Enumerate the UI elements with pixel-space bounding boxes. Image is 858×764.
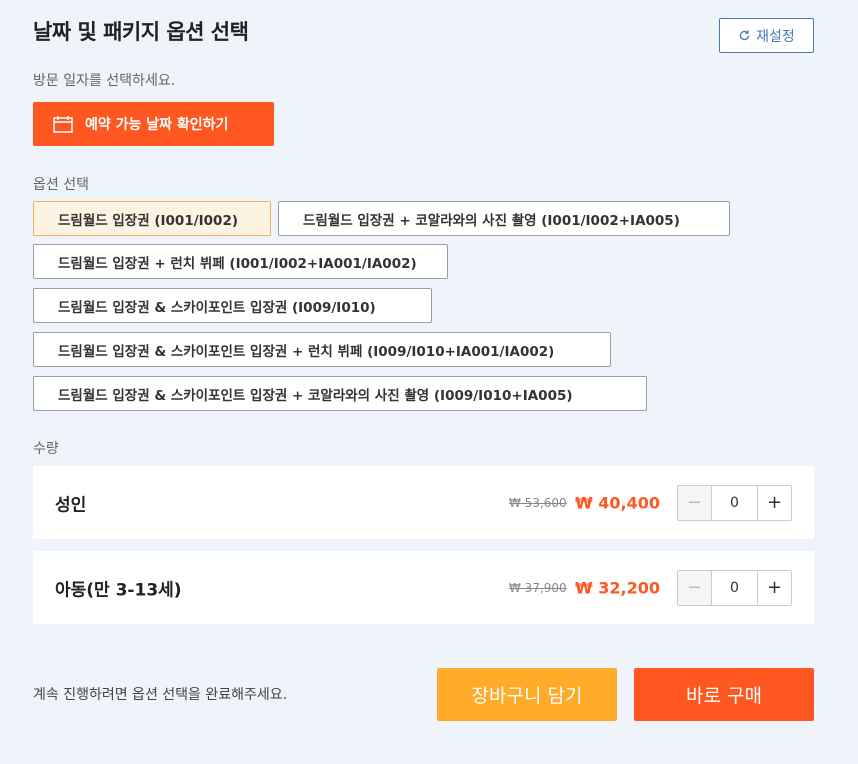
option-button[interactable]: 드림월드 입장권 & 스카이포인트 입장권 + 코알라와의 사진 촬영 (I00… xyxy=(33,376,647,411)
increase-button[interactable]: + xyxy=(757,485,791,520)
refresh-icon xyxy=(739,30,750,41)
option-button[interactable]: 드림월드 입장권 + 코알라와의 사진 촬영 (I001/I002+IA005) xyxy=(278,201,730,236)
quantity-value[interactable]: 0 xyxy=(712,486,757,520)
reset-button[interactable]: 재설정 xyxy=(719,18,814,53)
footer-message: 계속 진행하려면 옵션 선택을 완료해주세요. xyxy=(33,687,288,703)
buy-now-button[interactable]: 바로 구매 xyxy=(634,668,814,721)
decrease-button[interactable]: − xyxy=(678,485,712,520)
quantity-value[interactable]: 0 xyxy=(712,571,757,605)
date-section-label: 방문 일자를 선택하세요. xyxy=(33,73,176,89)
quantity-stepper: − 0 + xyxy=(677,569,792,606)
increase-button[interactable]: + xyxy=(757,570,791,605)
sale-price: ₩ 32,200 xyxy=(575,578,660,597)
ticket-type-name: 아동(만 3-13세) xyxy=(55,580,182,600)
quantity-card-child: 아동(만 3-13세) ₩ 37,900 ₩ 32,200 − 0 + xyxy=(33,551,814,624)
quantity-card-adult: 성인 ₩ 53,600 ₩ 40,400 − 0 + xyxy=(33,466,814,539)
page-title: 날짜 및 패키지 옵션 선택 xyxy=(33,20,249,44)
option-button[interactable]: 드림월드 입장권 & 스카이포인트 입장권 (I009/I010) xyxy=(33,288,432,323)
original-price: ₩ 53,600 xyxy=(509,495,567,510)
calendar-icon xyxy=(53,116,73,133)
check-available-dates-button[interactable]: 예약 가능 날짜 확인하기 xyxy=(33,102,274,146)
add-to-cart-button[interactable]: 장바구니 담기 xyxy=(437,668,617,721)
quantity-section-label: 수량 xyxy=(33,441,59,457)
ticket-type-name: 성인 xyxy=(55,495,87,515)
option-button[interactable]: 드림월드 입장권 + 런치 뷔페 (I001/I002+IA001/IA002) xyxy=(33,244,448,279)
reset-label: 재설정 xyxy=(756,28,795,45)
decrease-button[interactable]: − xyxy=(678,570,712,605)
options-section-label: 옵션 선택 xyxy=(33,177,89,193)
original-price: ₩ 37,900 xyxy=(509,580,567,595)
quantity-stepper: − 0 + xyxy=(677,484,792,521)
option-button[interactable]: 드림월드 입장권 (I001/I002) xyxy=(33,201,271,236)
check-dates-label: 예약 가능 날짜 확인하기 xyxy=(85,117,229,133)
option-button[interactable]: 드림월드 입장권 & 스카이포인트 입장권 + 런치 뷔페 (I009/I010… xyxy=(33,332,611,367)
sale-price: ₩ 40,400 xyxy=(575,493,660,512)
